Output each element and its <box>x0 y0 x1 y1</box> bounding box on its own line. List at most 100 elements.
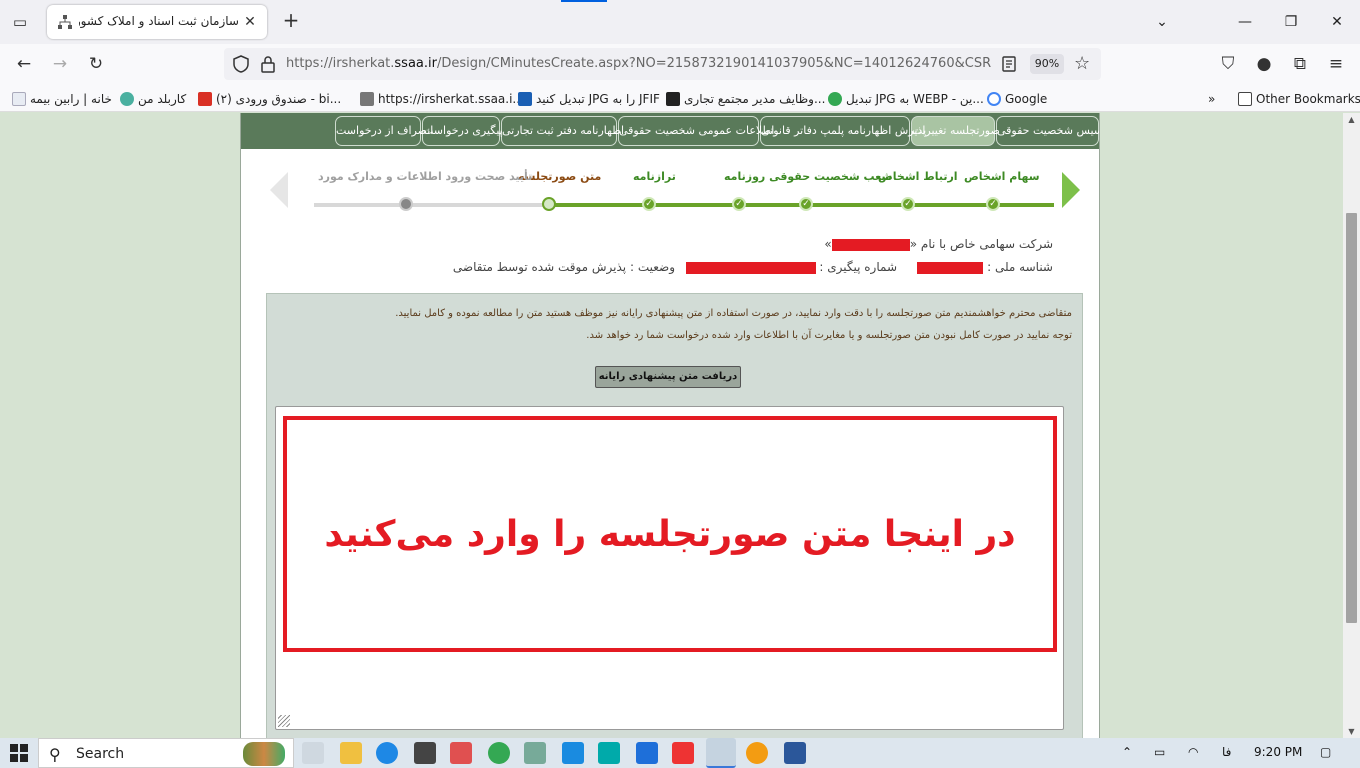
prev-arrow-icon[interactable] <box>270 172 288 208</box>
bookmark-item[interactable]: https://irsherkat.ssaa.i... <box>360 90 524 108</box>
reader-view-icon[interactable] <box>1000 55 1018 73</box>
tracking-number: شماره پیگیری : <box>685 260 897 274</box>
minutes-text-area[interactable]: در اینجا متن صورتجلسه را وارد می‌کنید <box>275 406 1064 730</box>
file-explorer-icon[interactable] <box>340 742 362 764</box>
redacted-block <box>831 238 910 251</box>
page-scrollbar[interactable]: ▲ ▼ <box>1343 113 1360 738</box>
bookmark-label: Google <box>1005 92 1048 106</box>
address-bar[interactable]: https://irsherkat.ssaa.ir/Design/CMinute… <box>224 48 1101 80</box>
forward-icon[interactable]: → <box>48 52 72 76</box>
bookmark-item[interactable]: تبدیل کنید JPG را به JFIF <box>518 90 660 108</box>
wifi-icon[interactable]: ◠ <box>1188 745 1198 759</box>
bookmark-item[interactable]: Google <box>987 90 1047 108</box>
next-arrow-icon[interactable] <box>1062 172 1080 208</box>
app-icon[interactable] <box>524 742 546 764</box>
step-label[interactable]: سهام اشخاص <box>964 170 1040 183</box>
app-icon[interactable] <box>414 742 436 764</box>
firefox-icon[interactable] <box>706 738 736 768</box>
other-bookmarks[interactable]: Other Bookmarks <box>1238 90 1360 108</box>
menu-item-general-info[interactable]: اطلاعات عمومی شخصیت حقوقی <box>618 116 774 146</box>
app-icon[interactable] <box>746 742 768 764</box>
shield-icon[interactable] <box>232 55 250 73</box>
tab-title: سازمان ثبت اسناد و املاک کشور <box>79 14 239 28</box>
clock[interactable]: 9:20 PM <box>1254 745 1302 759</box>
account-icon[interactable]: ● <box>1252 52 1276 76</box>
bookmark-star-icon[interactable]: ☆ <box>1074 53 1090 74</box>
list-tabs-chevron-icon[interactable]: ⌄ <box>1147 10 1177 34</box>
warning-note: توجه نمایید در صورت کامل نبودن متن صورتج… <box>586 330 1072 341</box>
national-id: شناسه ملی : <box>917 260 1053 274</box>
back-icon[interactable]: ← <box>12 52 36 76</box>
reload-icon[interactable]: ↻ <box>84 52 108 76</box>
internet-explorer-icon[interactable] <box>376 742 398 764</box>
scroll-thumb[interactable] <box>1346 213 1357 623</box>
taskbar-search[interactable]: ⚲ Search <box>38 738 294 768</box>
bookmark-item[interactable]: (۲) صندوق ورودی - bi... <box>198 90 341 108</box>
bookmark-label: https://irsherkat.ssaa.i... <box>378 92 524 106</box>
google-icon <box>987 92 1001 106</box>
menu-item-establish[interactable]: تأسیس شخصیت حقوقی <box>996 116 1099 146</box>
battery-icon[interactable]: ▭ <box>1154 745 1165 759</box>
step-done-check-icon: ✓ <box>986 197 1000 211</box>
zoom-level[interactable]: 90% <box>1030 54 1064 74</box>
bookmark-label: تبدیل JPG به WEBP - ین... <box>846 92 984 106</box>
browser-tab[interactable]: سازمان ثبت اسناد و املاک کشور ✕ <box>47 5 267 39</box>
step-label[interactable]: تأیید صحت ورود اطلاعات و مدارک مورد <box>318 170 532 183</box>
tray-chevron-icon[interactable]: ⌃ <box>1122 745 1132 759</box>
org-chart-icon <box>58 15 72 29</box>
close-window-button[interactable]: ✕ <box>1322 10 1352 34</box>
bookmark-item[interactable]: تبدیل JPG به WEBP - ین... <box>828 90 984 108</box>
step-label[interactable]: شعب شخصیت حقوقی روزنامه <box>724 170 892 183</box>
company-suffix: » <box>824 237 832 251</box>
company-name: شرکت سهامی خاص با نام « » <box>824 237 1053 251</box>
redacted-block <box>685 261 816 274</box>
pocket-icon[interactable]: ⛉ <box>1216 52 1240 76</box>
site-icon <box>120 92 134 106</box>
page-icon <box>12 92 26 106</box>
minimize-button[interactable]: — <box>1230 10 1260 34</box>
language-indicator[interactable]: فا <box>1222 745 1231 759</box>
bookmark-item[interactable]: خانه | رابین بیمه <box>12 90 112 108</box>
app-icon[interactable] <box>562 742 584 764</box>
menu-item-seal-books[interactable]: پذیرش اظهارنامه پلمپ دفاتر قانونی <box>760 116 926 146</box>
bookmark-label: تبدیل کنید JPG را به JFIF <box>536 92 660 106</box>
main-menu: تأسیس شخصیت حقوقی صورتجلسه تغییرات پذیرش… <box>241 113 1099 149</box>
extensions-icon[interactable]: ⧉ <box>1288 52 1312 76</box>
nav-bar: ← → ↻ https://irsherkat.ssaa.ir/Design/C… <box>0 44 1360 84</box>
bookmark-item[interactable]: کاربلد من <box>120 90 186 108</box>
url-text[interactable]: https://irsherkat.ssaa.ir/Design/CMinute… <box>286 56 992 71</box>
fetch-suggested-text-button[interactable]: دریافت متن پیشنهادی رایانه <box>595 366 741 388</box>
instruction-note: متقاضی محترم خواهشمندیم متن صورتجلسه را … <box>395 308 1072 319</box>
converter-icon <box>518 92 532 106</box>
step-pending-dot-icon <box>399 197 413 211</box>
menu-item-cancel-request[interactable]: انصراف از درخواست <box>335 116 433 146</box>
restore-button[interactable]: ❐ <box>1276 10 1306 34</box>
more-bookmarks-icon[interactable]: » <box>1208 90 1215 108</box>
app-icon[interactable] <box>636 742 658 764</box>
new-tab-button[interactable]: + <box>280 10 302 32</box>
menu-item-track-request[interactable]: پیگیری درخواست <box>422 116 503 146</box>
app-icon[interactable] <box>450 742 472 764</box>
menu-item-trade-register[interactable]: اظهارنامه دفتر ثبت تجارتی <box>501 116 624 146</box>
step-current-dot-icon <box>542 197 556 211</box>
chrome-icon[interactable] <box>488 742 510 764</box>
task-view-icon[interactable] <box>302 742 324 764</box>
bookmark-item[interactable]: وظایف مدیر مجتمع تجاری... <box>666 90 825 108</box>
scroll-down-icon[interactable]: ▼ <box>1346 727 1357 736</box>
org-chart-icon <box>360 92 374 106</box>
word-icon[interactable] <box>784 742 806 764</box>
lock-icon[interactable] <box>260 55 276 73</box>
site-icon <box>828 92 842 106</box>
scroll-up-icon[interactable]: ▲ <box>1346 115 1357 124</box>
bookmarks-bar: خانه | رابین بیمه کاربلد من (۲) صندوق ور… <box>0 84 1360 112</box>
anydesk-icon[interactable] <box>672 742 694 764</box>
tab-list-icon[interactable]: ▭ <box>8 10 32 34</box>
edge-icon[interactable] <box>598 742 620 764</box>
step-label[interactable]: ترازنامه <box>633 170 676 183</box>
close-tab-icon[interactable]: ✕ <box>241 13 259 31</box>
windows-start-icon[interactable] <box>10 744 28 762</box>
notifications-icon[interactable]: ▢ <box>1320 745 1331 759</box>
menu-icon[interactable]: ≡ <box>1324 52 1348 76</box>
resize-grip-icon[interactable] <box>278 715 290 727</box>
search-highlight-icon <box>243 742 285 766</box>
